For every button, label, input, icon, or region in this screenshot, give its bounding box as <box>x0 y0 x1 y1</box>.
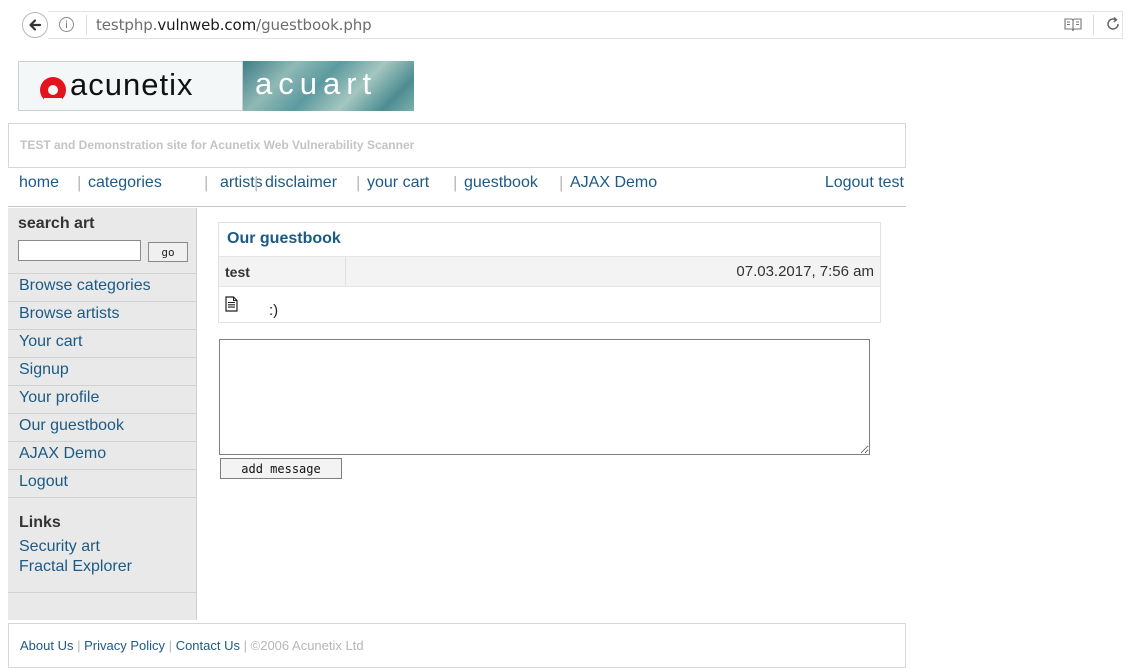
info-icon[interactable]: i <box>59 17 74 32</box>
sidebar-link[interactable]: Your cart <box>8 330 196 351</box>
url-prefix: testphp. <box>96 16 158 34</box>
sidebar-link[interactable]: Our guestbook <box>8 414 196 435</box>
entry-date: 07.03.2017, 7:56 am <box>736 263 874 280</box>
entry-header-divider <box>345 257 346 286</box>
nav-logout[interactable]: Logout test <box>825 174 904 192</box>
toolbar-divider <box>1093 15 1094 35</box>
sidebar-link[interactable]: Signup <box>8 358 196 379</box>
acuart-banner: acuart <box>243 61 414 111</box>
footer-contact-us[interactable]: Contact Us <box>176 638 240 653</box>
sidebar-link[interactable]: Your profile <box>8 386 196 407</box>
acunetix-mark-icon <box>40 77 66 104</box>
sidebar-item-your-cart: Your cart <box>8 329 196 357</box>
footer-about-us[interactable]: About Us <box>20 638 73 653</box>
tagline-box: TEST and Demonstration site for Acunetix… <box>8 123 906 168</box>
nav-separator: | <box>204 173 209 192</box>
sidebar-item-our-guestbook: Our guestbook <box>8 413 196 441</box>
sidebar-item-ajax-demo: AJAX Demo <box>8 441 196 469</box>
nav-separator: | <box>254 173 259 192</box>
nav-separator: | <box>356 173 361 192</box>
footer-separator: | <box>168 638 173 653</box>
acunetix-logo: acunetix <box>18 61 243 111</box>
nav-ajax-demo[interactable]: AJAX Demo <box>570 174 657 192</box>
sidebar-item-logout: Logout <box>8 469 196 497</box>
search-go-button[interactable]: go <box>148 242 188 262</box>
link-security-art[interactable]: Security art <box>19 538 100 556</box>
footer-separator: | <box>243 638 248 653</box>
sidebar-item-browse-categories: Browse categories <box>8 273 196 301</box>
site-logo[interactable]: acunetix acuart <box>18 61 414 111</box>
links-title: Links <box>19 514 61 531</box>
nav-categories[interactable]: categories <box>88 174 162 192</box>
nav-separator: | <box>77 173 82 192</box>
sidebar-link[interactable]: Browse artists <box>8 302 196 323</box>
guestbook-panel: Our guestbook test 07.03.2017, 7:56 am :… <box>218 222 881 323</box>
sidebar: search art go Browse categories Browse a… <box>8 208 197 620</box>
sidebar-link[interactable]: AJAX Demo <box>8 442 196 463</box>
footer-links: About Us | Privacy Policy | Contact Us |… <box>20 638 364 653</box>
nav-separator: | <box>559 173 564 192</box>
footer-copyright: ©2006 Acunetix Ltd <box>250 638 364 653</box>
back-button[interactable] <box>22 12 48 38</box>
tagline-text: TEST and Demonstration site for Acunetix… <box>20 138 415 152</box>
search-input[interactable] <box>18 240 141 261</box>
back-arrow-icon <box>29 19 42 31</box>
sidebar-item-browse-artists: Browse artists <box>8 301 196 329</box>
browser-address-bar: i testphp.vulnweb.com/guestbook.php <box>0 0 1140 52</box>
sidebar-item-signup: Signup <box>8 357 196 385</box>
nav-disclaimer[interactable]: disclaimer <box>265 174 337 192</box>
guestbook-entry-header: test 07.03.2017, 7:56 am <box>219 256 880 287</box>
logo-product-text: acuart <box>255 66 378 101</box>
sidebar-link[interactable]: Browse categories <box>8 274 196 295</box>
search-title: search art <box>18 215 95 232</box>
guestbook-title: Our guestbook <box>227 230 341 247</box>
footer: About Us | Privacy Policy | Contact Us |… <box>8 623 906 668</box>
sidebar-link[interactable]: Logout <box>8 470 196 491</box>
footer-privacy-policy[interactable]: Privacy Policy <box>84 638 165 653</box>
sidebar-links: Links Security art Fractal Explorer <box>8 497 196 593</box>
message-textarea[interactable] <box>219 339 870 455</box>
url-divider <box>86 15 87 35</box>
nav-separator: | <box>453 173 458 192</box>
url-path: /guestbook.php <box>256 16 372 34</box>
url-domain: vulnweb.com <box>157 16 257 34</box>
reading-view-icon[interactable] <box>1064 17 1082 33</box>
nav-home[interactable]: home <box>19 174 59 192</box>
reload-icon[interactable] <box>1105 16 1121 32</box>
logo-brand-text: acunetix <box>70 67 194 102</box>
nav-your-cart[interactable]: your cart <box>367 174 429 192</box>
footer-separator: | <box>77 638 81 653</box>
top-nav: home | categories | artists | disclaimer… <box>8 172 906 207</box>
entry-message: :) <box>269 302 279 319</box>
sidebar-item-your-profile: Your profile <box>8 385 196 413</box>
sidebar-menu: Browse categories Browse artists Your ca… <box>8 273 196 497</box>
entry-author: test <box>225 264 250 280</box>
document-icon <box>225 296 238 312</box>
add-message-button[interactable]: add message <box>220 458 342 479</box>
link-fractal-explorer[interactable]: Fractal Explorer <box>19 558 132 576</box>
url-text[interactable]: testphp.vulnweb.com/guestbook.php <box>96 16 372 34</box>
nav-guestbook[interactable]: guestbook <box>464 174 538 192</box>
